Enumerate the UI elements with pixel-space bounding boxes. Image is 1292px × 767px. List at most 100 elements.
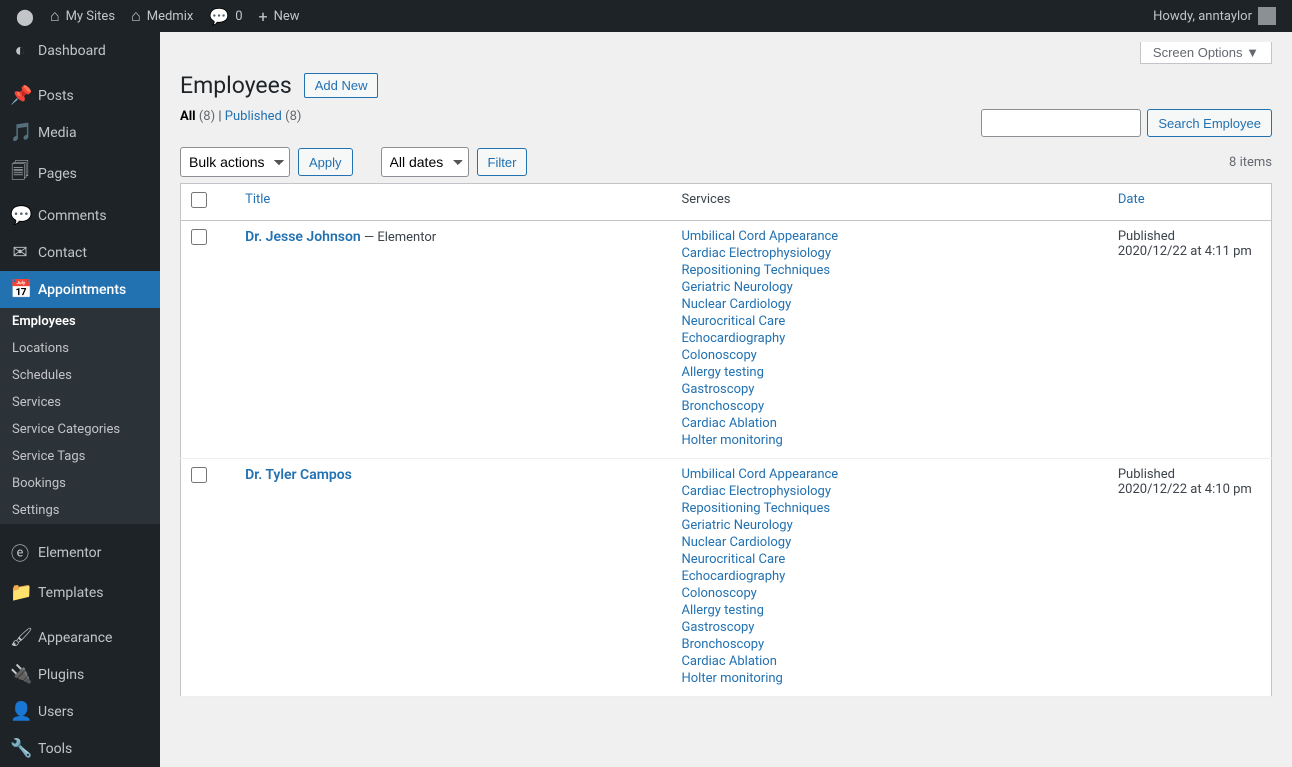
site-name-label: Medmix [147,9,194,24]
service-link[interactable]: Bronchoscopy [681,637,1097,652]
bulk-actions-select[interactable]: Bulk actions [180,147,290,177]
menu-tools[interactable]: 🔧Tools [0,730,160,767]
submenu-schedules[interactable]: Schedules [0,362,160,389]
plug-icon: 🔌 [10,664,30,685]
col-services: Services [671,184,1107,221]
service-link[interactable]: Cardiac Ablation [681,654,1097,669]
home-icon: ⌂ [131,6,141,26]
row-status: Published [1118,467,1261,482]
menu-appearance[interactable]: 🖌Appearance [0,619,160,656]
menu-plugins[interactable]: 🔌Plugins [0,656,160,693]
new-label: New [274,9,300,24]
filter-published[interactable]: Published [225,109,282,124]
service-link[interactable]: Cardiac Electrophysiology [681,484,1097,499]
service-link[interactable]: Colonoscopy [681,348,1097,363]
table-row: Dr. Jesse Johnson — ElementorUmbilical C… [181,221,1272,459]
pin-icon: 📌 [10,85,30,106]
submenu-settings[interactable]: Settings [0,497,160,524]
search-button[interactable]: Search Employee [1147,109,1272,137]
site-name[interactable]: ⌂ Medmix [123,0,201,32]
filter-button[interactable]: Filter [477,148,528,176]
service-link[interactable]: Holter monitoring [681,671,1097,686]
comment-icon: 💬 [209,7,229,26]
items-count: 8 items [1229,155,1272,170]
service-link[interactable]: Allergy testing [681,603,1097,618]
service-link[interactable]: Geriatric Neurology [681,280,1097,295]
my-sites[interactable]: ⌂ My Sites [42,0,123,32]
service-link[interactable]: Cardiac Ablation [681,416,1097,431]
submenu-service-categories[interactable]: Service Categories [0,416,160,443]
service-link[interactable]: Echocardiography [681,331,1097,346]
media-icon: 🎵 [10,122,30,143]
select-all-checkbox[interactable] [191,192,207,208]
service-link[interactable]: Nuclear Cardiology [681,297,1097,312]
comments-count: 0 [235,9,242,24]
row-checkbox[interactable] [191,467,207,483]
service-link[interactable]: Gastroscopy [681,620,1097,635]
admin-menu: ◐Dashboard 📌Posts 🎵Media 🗐Pages 💬Comment… [0,32,160,767]
menu-dashboard[interactable]: ◐Dashboard [0,32,160,69]
submenu-employees[interactable]: Employees [0,308,160,335]
service-link[interactable]: Bronchoscopy [681,399,1097,414]
user-icon: 👤 [10,701,30,722]
howdy-account[interactable]: Howdy, anntaylor [1145,0,1284,32]
service-link[interactable]: Repositioning Techniques [681,263,1097,278]
filter-all[interactable]: All [180,109,196,124]
service-link[interactable]: Colonoscopy [681,586,1097,601]
search-input[interactable] [981,109,1141,137]
date-filter-select[interactable]: All dates [381,147,469,177]
employee-title-link[interactable]: Dr. Jesse Johnson [245,229,361,245]
main-content: Screen Options ▼ Employees Add New All (… [160,32,1292,767]
menu-users[interactable]: 👤Users [0,693,160,730]
col-date[interactable]: Date [1118,192,1145,207]
service-link[interactable]: Nuclear Cardiology [681,535,1097,550]
employee-title-link[interactable]: Dr. Tyler Campos [245,467,352,483]
menu-media[interactable]: 🎵Media [0,114,160,151]
dashboard-icon: ◐ [10,40,30,61]
service-link[interactable]: Cardiac Electrophysiology [681,246,1097,261]
service-link[interactable]: Neurocritical Care [681,552,1097,567]
admin-bar: ⬤ ⌂My Sites ⌂Medmix 💬0 +New Howdy, annta… [0,0,1292,32]
avatar [1258,7,1276,25]
wp-logo[interactable]: ⬤ [8,0,42,32]
elementor-icon: ⓔ [10,540,30,566]
add-new-button[interactable]: Add New [304,73,379,98]
menu-elementor[interactable]: ⓔElementor [0,532,160,574]
service-link[interactable]: Umbilical Cord Appearance [681,467,1097,482]
service-link[interactable]: Repositioning Techniques [681,501,1097,516]
service-link[interactable]: Holter monitoring [681,433,1097,448]
submenu-services[interactable]: Services [0,389,160,416]
wrench-icon: 🔧 [10,738,30,759]
wordpress-icon: ⬤ [16,7,34,26]
brush-icon: 🖌 [10,627,30,648]
screen-options-button[interactable]: Screen Options ▼ [1140,42,1272,64]
service-link[interactable]: Geriatric Neurology [681,518,1097,533]
row-date: 2020/12/22 at 4:10 pm [1118,482,1261,497]
col-title[interactable]: Title [245,192,270,207]
plus-icon: + [259,7,268,26]
table-row: Dr. Tyler Campos Umbilical Cord Appearanc… [181,459,1272,697]
menu-pages[interactable]: 🗐Pages [0,151,160,197]
menu-comments[interactable]: 💬Comments [0,197,160,234]
service-link[interactable]: Neurocritical Care [681,314,1097,329]
employees-table: Title Services Date Dr. Jesse Johnson — … [180,183,1272,697]
my-sites-label: My Sites [66,9,115,24]
service-link[interactable]: Gastroscopy [681,382,1097,397]
submenu-bookings[interactable]: Bookings [0,470,160,497]
row-status: Published [1118,229,1261,244]
menu-contact[interactable]: ✉Contact [0,234,160,271]
service-link[interactable]: Umbilical Cord Appearance [681,229,1097,244]
menu-templates[interactable]: 📁Templates [0,574,160,611]
service-link[interactable]: Allergy testing [681,365,1097,380]
service-link[interactable]: Echocardiography [681,569,1097,584]
menu-posts[interactable]: 📌Posts [0,77,160,114]
menu-appointments[interactable]: 📅Appointments [0,271,160,308]
row-checkbox[interactable] [191,229,207,245]
submenu-service-tags[interactable]: Service Tags [0,443,160,470]
submenu-locations[interactable]: Locations [0,335,160,362]
apply-button[interactable]: Apply [298,148,353,176]
home-icon: ⌂ [50,6,60,26]
new-content[interactable]: + New [251,0,308,32]
folder-icon: 📁 [10,582,30,603]
comments-bubble[interactable]: 💬0 [201,0,250,32]
